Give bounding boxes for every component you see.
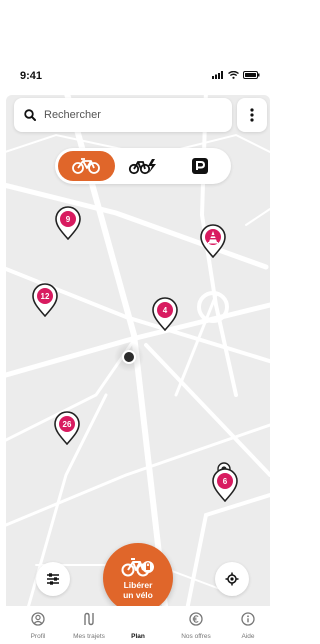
station-count: 9 — [65, 215, 71, 224]
filter-sliders-icon — [47, 573, 59, 585]
user-location-dot — [122, 350, 136, 364]
wifi-icon — [228, 71, 239, 79]
station-count: 4 — [162, 306, 168, 315]
tab-label: Profil — [30, 633, 46, 640]
signal-icon — [212, 71, 223, 79]
status-bar: 9:41 — [0, 66, 276, 90]
unlock-line-1: Libérer — [123, 579, 153, 590]
tab-label: Plan — [131, 633, 145, 640]
bottom-tab-bar: Profil Mes trajets Plan Nos offres Aide — [0, 606, 276, 644]
station-pin-construction[interactable] — [199, 224, 227, 258]
tab-offers[interactable]: Nos offres — [170, 612, 222, 640]
battery-icon — [243, 71, 260, 79]
map-icon — [131, 612, 145, 626]
status-icons — [212, 71, 260, 79]
vehicle-mode-toggle — [55, 148, 231, 184]
more-vertical-icon — [250, 108, 254, 122]
tab-trips[interactable]: Mes trajets — [63, 612, 115, 640]
parking-icon — [191, 158, 208, 174]
euro-icon — [189, 612, 203, 626]
station-count: 12 — [40, 292, 50, 301]
search-bar[interactable]: Rechercher — [14, 98, 232, 132]
unlock-line-2: un vélo — [123, 589, 153, 600]
station-pin[interactable]: 4 — [151, 297, 179, 331]
station-pin[interactable]: 12 — [31, 283, 59, 317]
filters-button[interactable] — [36, 562, 70, 596]
mode-parking-button[interactable] — [171, 151, 228, 181]
tab-help[interactable]: Aide — [222, 612, 274, 640]
tab-label: Aide — [241, 633, 255, 640]
tab-map[interactable]: Plan — [112, 612, 164, 640]
bike-lock-icon — [121, 557, 154, 577]
info-icon — [241, 612, 255, 626]
status-time: 9:41 — [20, 70, 43, 82]
unlock-bike-label: Libérer un vélo — [123, 579, 153, 601]
electric-bike-icon — [128, 159, 156, 175]
station-count: 6 — [222, 477, 228, 486]
bike-icon — [72, 158, 101, 174]
profile-icon — [31, 612, 45, 626]
recenter-location-button[interactable] — [215, 562, 249, 596]
traffic-cone-icon — [208, 231, 218, 244]
search-icon — [24, 109, 36, 121]
more-options-button[interactable] — [237, 98, 267, 132]
unlock-bike-button[interactable]: Libérer un vélo — [103, 543, 173, 613]
station-count: 26 — [62, 420, 72, 429]
crosshair-icon — [225, 572, 239, 586]
mode-electric-bike-button[interactable] — [115, 151, 172, 181]
station-pin[interactable]: 9 — [54, 206, 82, 240]
tab-label: Mes trajets — [73, 633, 105, 640]
tab-profile[interactable]: Profil — [12, 612, 64, 640]
trips-icon — [84, 612, 94, 626]
tab-label: Nos offres — [181, 633, 211, 640]
station-pin[interactable]: 6 — [211, 468, 239, 502]
search-input[interactable]: Rechercher — [44, 109, 101, 121]
station-pin[interactable]: 26 — [53, 411, 81, 445]
mode-bike-button[interactable] — [58, 151, 115, 181]
user-location-marker — [114, 342, 144, 372]
